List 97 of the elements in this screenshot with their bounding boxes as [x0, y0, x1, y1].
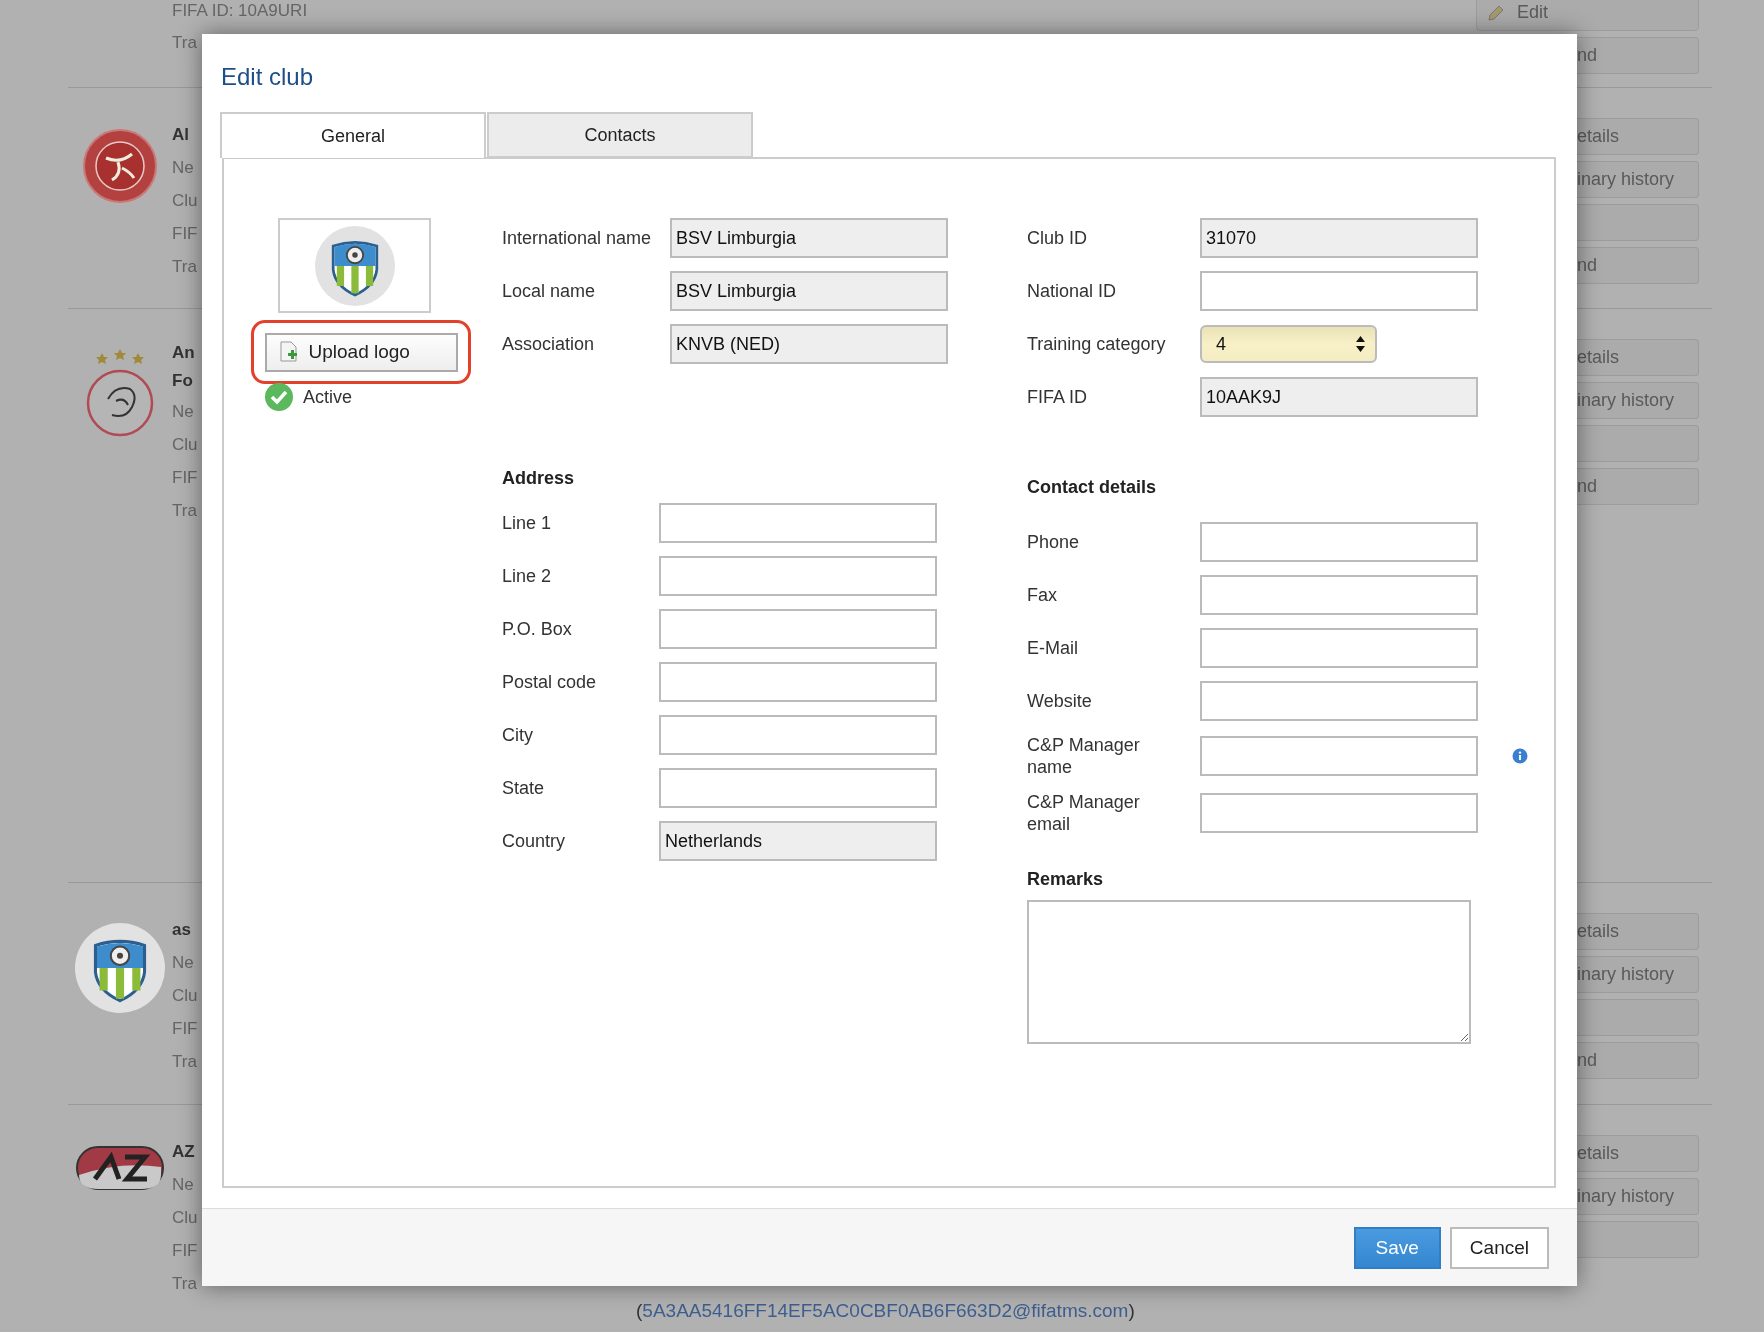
section-heading: Address	[502, 467, 575, 489]
club-name: Fo	[172, 370, 193, 392]
field-label: P.O. Box	[502, 618, 573, 640]
field-label: C&P Manager name	[1027, 734, 1141, 778]
field-label: Country	[502, 830, 567, 852]
club-detail-text: FIF	[172, 1018, 198, 1040]
field-label: Postal code	[502, 671, 598, 693]
background-button[interactable]: nd	[1577, 37, 1699, 74]
file-add-icon	[278, 341, 299, 363]
background-button[interactable]: etails	[1577, 339, 1699, 376]
club-detail-text: FIFA ID: 10A9URI	[172, 0, 308, 22]
input-field[interactable]	[1200, 681, 1478, 721]
club-detail-text: Clu	[172, 985, 198, 1007]
club-detail-text: FIF	[172, 467, 198, 489]
input-field[interactable]	[659, 768, 937, 808]
remarks-field[interactable]	[1027, 900, 1471, 1044]
club-detail-text: Tra	[172, 500, 197, 522]
background-button[interactable]: nd	[1577, 247, 1699, 284]
input-field[interactable]	[659, 556, 937, 596]
background-button[interactable]: etails	[1577, 913, 1699, 950]
field-label: FIFA ID	[1027, 386, 1088, 408]
background-button[interactable]: nd	[1577, 468, 1699, 505]
field-label: Fax	[1027, 584, 1058, 606]
input-field[interactable]: 10AAK9J	[1200, 377, 1478, 417]
pencil-icon	[1487, 3, 1505, 22]
input-field[interactable]: KNVB (NED)	[670, 324, 948, 364]
field-label: National ID	[1027, 280, 1118, 302]
club-detail-text: Tra	[172, 32, 197, 54]
input-field[interactable]: BSV Limburgia	[670, 271, 948, 311]
club-detail-text: Clu	[172, 434, 198, 456]
field-label: Line 2	[502, 565, 553, 587]
field-label: Club ID	[1027, 227, 1089, 249]
section-heading: Remarks	[1027, 868, 1104, 890]
club-detail-text: Tra	[172, 256, 197, 278]
input-field[interactable]	[1200, 793, 1478, 833]
input-field[interactable]	[1200, 628, 1478, 668]
club-detail-text: Tra	[172, 1273, 197, 1295]
save-button[interactable]: Save	[1353, 1226, 1441, 1269]
field-label: Website	[1027, 690, 1093, 712]
input-field[interactable]: Netherlands	[659, 821, 937, 861]
section-heading: Contact details	[1027, 476, 1157, 498]
background-button[interactable]	[1577, 425, 1699, 462]
field-label: E-Mail	[1027, 637, 1079, 659]
input-field[interactable]: 31070	[1200, 218, 1478, 258]
info-icon[interactable]	[1512, 748, 1528, 764]
background-button[interactable]: inary history	[1577, 161, 1699, 198]
club-name: as	[172, 919, 191, 941]
club-detail-text: FIF	[172, 223, 198, 245]
background-button[interactable]: etails	[1577, 1135, 1699, 1172]
background-button[interactable]: inary history	[1577, 1178, 1699, 1215]
input-field[interactable]	[1200, 522, 1478, 562]
background-button[interactable]	[1577, 1221, 1699, 1258]
tab[interactable]: General	[220, 112, 486, 158]
status-text: Active	[303, 386, 353, 408]
field-label: International name	[502, 227, 653, 249]
updown-icon	[1356, 336, 1365, 352]
field-label: State	[502, 777, 546, 799]
background-button[interactable]: nd	[1577, 1042, 1699, 1079]
field-label: City	[502, 724, 534, 746]
club-detail-text: Ne	[172, 952, 194, 974]
club-detail-text: FIF	[172, 1240, 198, 1262]
background-button[interactable]: Edit	[1476, 0, 1699, 31]
email-link[interactable]: 5A3AA5416FF14EF5AC0CBF0AB6F663D2@fifatms.com	[642, 1300, 1129, 1321]
club-name: Al	[172, 124, 189, 146]
background-button[interactable]	[1577, 204, 1699, 241]
select-field[interactable]: 4	[1200, 325, 1377, 363]
email-text: (5A3AA5416FF14EF5AC0CBF0AB6F663D2@fifatms.com)	[636, 1300, 1135, 1322]
cancel-button[interactable]: Cancel	[1449, 1226, 1549, 1269]
input-field[interactable]	[1200, 575, 1478, 615]
club-detail-text: Clu	[172, 1207, 198, 1229]
input-field[interactable]: BSV Limburgia	[670, 218, 948, 258]
upload-logo-button[interactable]: Upload logo	[264, 332, 458, 372]
input-field[interactable]	[1200, 271, 1478, 311]
tab[interactable]: Contacts	[487, 112, 753, 158]
input-field[interactable]	[659, 662, 937, 702]
club-detail-text: Clu	[172, 190, 198, 212]
background-button[interactable]: etails	[1577, 118, 1699, 155]
input-field[interactable]	[659, 503, 937, 543]
club-detail-text: Ne	[172, 401, 194, 423]
background-button[interactable]	[1577, 999, 1699, 1036]
input-field[interactable]	[659, 609, 937, 649]
club-detail-text: Ne	[172, 157, 194, 179]
club-detail-text: Ne	[172, 1174, 194, 1196]
dialog-title: Edit club	[221, 62, 314, 92]
field-label: Local name	[502, 280, 597, 302]
background-button[interactable]: inary history	[1577, 382, 1699, 419]
field-label: Line 1	[502, 512, 553, 534]
background-button[interactable]: inary history	[1577, 956, 1699, 993]
field-label: C&P Manager email	[1027, 791, 1141, 835]
field-label: Phone	[1027, 531, 1081, 553]
input-field[interactable]	[1200, 736, 1478, 776]
field-label: Training category	[1027, 333, 1167, 355]
field-label: Association	[502, 333, 596, 355]
input-field[interactable]	[659, 715, 937, 755]
club-name: AZ	[172, 1141, 195, 1163]
club-detail-text: Tra	[172, 1051, 197, 1073]
club-name: An	[172, 342, 195, 364]
